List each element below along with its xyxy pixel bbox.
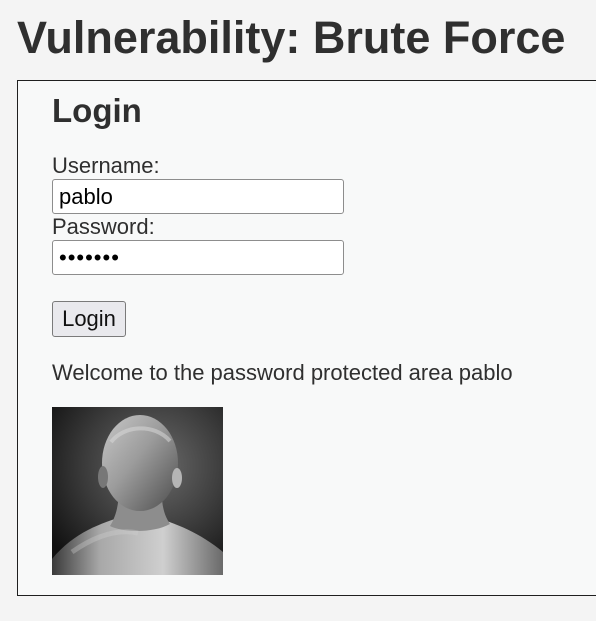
- username-label: Username:: [52, 153, 160, 178]
- password-input[interactable]: [52, 240, 344, 275]
- username-input[interactable]: [52, 179, 344, 214]
- vulnerable-code-area: Login Username: Password: Login Welcome …: [17, 80, 596, 596]
- password-label: Password:: [52, 214, 155, 239]
- page: Vulnerability: Brute Force Login Usernam…: [0, 0, 596, 621]
- user-avatar-photo: [52, 407, 223, 575]
- page-title: Vulnerability: Brute Force: [17, 12, 566, 63]
- login-heading: Login: [52, 92, 142, 129]
- welcome-message: Welcome to the password protected area p…: [52, 360, 513, 385]
- login-button[interactable]: Login: [52, 301, 126, 337]
